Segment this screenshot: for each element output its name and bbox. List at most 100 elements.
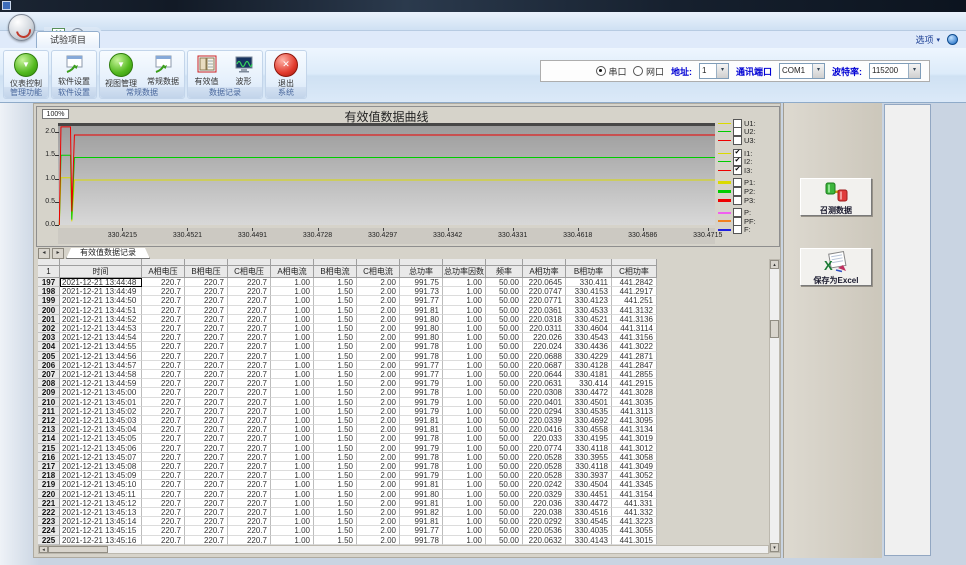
table-cell[interactable]: 1.00 xyxy=(271,296,314,305)
port-dropdown[interactable]: COM1▾ xyxy=(779,63,825,79)
table-row[interactable]: 2252021-12-21 13:45:16220.7220.7220.71.0… xyxy=(38,536,658,545)
row-number-cell[interactable]: 214 xyxy=(38,434,60,443)
table-cell[interactable]: 1.50 xyxy=(314,517,357,526)
table-row[interactable]: 2092021-12-21 13:45:00220.7220.7220.71.0… xyxy=(38,388,658,397)
table-cell[interactable]: 441.2917 xyxy=(612,287,657,296)
table-cell[interactable]: 1.50 xyxy=(314,434,357,443)
column-header[interactable]: 总功率因数 xyxy=(443,266,486,278)
save-to-excel-button[interactable]: X 保存为Excel xyxy=(800,248,872,286)
table-cell[interactable]: 220.7 xyxy=(185,444,228,453)
table-cell[interactable]: 220.0292 xyxy=(523,517,566,526)
table-cell[interactable]: 220.7 xyxy=(142,287,185,296)
row-number-cell[interactable]: 218 xyxy=(38,471,60,480)
table-cell[interactable]: 2.00 xyxy=(357,361,400,370)
table-cell[interactable]: 441.3049 xyxy=(612,462,657,471)
table-cell[interactable]: 50.00 xyxy=(486,398,523,407)
table-row[interactable]: 2032021-12-21 13:44:54220.7220.7220.71.0… xyxy=(38,333,658,342)
table-cell[interactable]: 991.80 xyxy=(400,333,443,342)
table-cell[interactable]: 1.00 xyxy=(271,462,314,471)
table-cell[interactable]: 441.2842 xyxy=(612,278,657,287)
table-cell[interactable]: 441.3015 xyxy=(612,536,657,545)
table-cell[interactable]: 441.3055 xyxy=(612,526,657,535)
table-cell[interactable]: 220.0361 xyxy=(523,306,566,315)
table-cell[interactable]: 220.7 xyxy=(228,490,271,499)
table-cell[interactable]: 220.7 xyxy=(185,315,228,324)
table-cell[interactable]: 2.00 xyxy=(357,315,400,324)
table-cell[interactable]: 1.50 xyxy=(314,296,357,305)
table-cell[interactable]: 2.00 xyxy=(357,306,400,315)
table-cell[interactable]: 1.50 xyxy=(314,379,357,388)
table-cell[interactable]: 1.00 xyxy=(443,453,486,462)
table-cell[interactable]: 2021-12-21 13:44:54 xyxy=(60,333,142,342)
row-number-cell[interactable]: 220 xyxy=(38,490,60,499)
table-cell[interactable]: 2.00 xyxy=(357,398,400,407)
network-radio[interactable]: 网口 xyxy=(633,65,664,78)
table-cell[interactable]: 220.7 xyxy=(228,333,271,342)
table-cell[interactable]: 1.00 xyxy=(443,499,486,508)
table-cell[interactable]: 2.00 xyxy=(357,462,400,471)
table-cell[interactable]: 1.00 xyxy=(271,379,314,388)
app-orb-button[interactable] xyxy=(8,14,35,41)
table-cell[interactable]: 1.00 xyxy=(443,398,486,407)
table-cell[interactable]: 1.00 xyxy=(443,278,486,287)
row-number-cell[interactable]: 217 xyxy=(38,462,60,471)
legend-entry-I3[interactable]: ✔I3: xyxy=(718,166,779,175)
table-cell[interactable]: 441.3156 xyxy=(612,333,657,342)
table-cell[interactable]: 1.00 xyxy=(443,425,486,434)
table-row[interactable]: 2122021-12-21 13:45:03220.7220.7220.71.0… xyxy=(38,416,658,425)
table-cell[interactable]: 1.00 xyxy=(443,526,486,535)
column-header[interactable]: A相电压 xyxy=(142,266,185,278)
table-cell[interactable]: 1.50 xyxy=(314,324,357,333)
table-cell[interactable]: 991.78 xyxy=(400,434,443,443)
sheet-tab-rms-records[interactable]: 有效值数据记录 xyxy=(66,248,150,259)
table-cell[interactable]: 220.7 xyxy=(185,370,228,379)
table-row[interactable]: 2082021-12-21 13:44:59220.7220.7220.71.0… xyxy=(38,379,658,388)
table-cell[interactable]: 1.00 xyxy=(443,490,486,499)
table-row[interactable]: 2142021-12-21 13:45:05220.7220.7220.71.0… xyxy=(38,434,658,443)
table-row[interactable]: 2192021-12-21 13:45:10220.7220.7220.71.0… xyxy=(38,480,658,489)
table-cell[interactable]: 220.7 xyxy=(185,407,228,416)
table-cell[interactable]: 220.7 xyxy=(142,434,185,443)
table-cell[interactable]: 991.78 xyxy=(400,342,443,351)
table-cell[interactable]: 1.00 xyxy=(443,352,486,361)
table-cell[interactable]: 50.00 xyxy=(486,287,523,296)
table-cell[interactable]: 220.7 xyxy=(142,388,185,397)
table-cell[interactable]: 991.78 xyxy=(400,388,443,397)
table-cell[interactable]: 220.7 xyxy=(185,499,228,508)
row-number-cell[interactable]: 221 xyxy=(38,499,60,508)
table-cell[interactable]: 2021-12-21 13:44:58 xyxy=(60,370,142,379)
table-cell[interactable]: 220.0528 xyxy=(523,462,566,471)
table-cell[interactable]: 220.0528 xyxy=(523,453,566,462)
table-cell[interactable]: 441.332 xyxy=(612,508,657,517)
table-cell[interactable]: 991.78 xyxy=(400,536,443,545)
table-row[interactable]: 2062021-12-21 13:44:57220.7220.7220.71.0… xyxy=(38,361,658,370)
table-cell[interactable]: 220.024 xyxy=(523,342,566,351)
tab-test-project[interactable]: 试验项目 xyxy=(36,31,100,48)
table-cell[interactable]: 220.7 xyxy=(142,490,185,499)
table-cell[interactable]: 991.78 xyxy=(400,462,443,471)
table-cell[interactable]: 441.3114 xyxy=(612,324,657,333)
table-cell[interactable]: 330.4604 xyxy=(566,324,612,333)
table-cell[interactable]: 220.0339 xyxy=(523,416,566,425)
table-cell[interactable]: 441.3095 xyxy=(612,416,657,425)
table-cell[interactable]: 50.00 xyxy=(486,453,523,462)
table-cell[interactable]: 220.7 xyxy=(142,416,185,425)
table-cell[interactable]: 1.00 xyxy=(443,536,486,545)
table-cell[interactable]: 220.7 xyxy=(185,287,228,296)
row-number-cell[interactable]: 224 xyxy=(38,526,60,535)
table-cell[interactable]: 1.50 xyxy=(314,425,357,434)
table-cell[interactable]: 330.4143 xyxy=(566,536,612,545)
row-number-cell[interactable]: 199 xyxy=(38,296,60,305)
table-cell[interactable]: 1.00 xyxy=(271,278,314,287)
row-number-cell[interactable]: 211 xyxy=(38,407,60,416)
table-cell[interactable]: 441.3012 xyxy=(612,444,657,453)
table-cell[interactable]: 991.79 xyxy=(400,407,443,416)
legend-entry-P1[interactable]: P1: xyxy=(718,179,779,188)
table-cell[interactable]: 330.4501 xyxy=(566,398,612,407)
table-cell[interactable]: 220.7 xyxy=(185,490,228,499)
table-cell[interactable]: 1.00 xyxy=(271,287,314,296)
column-header[interactable]: 频率 xyxy=(486,266,523,278)
table-cell[interactable]: 1.50 xyxy=(314,526,357,535)
scroll-down-icon[interactable]: ▾ xyxy=(770,543,779,552)
row-number-header[interactable]: 1 xyxy=(38,266,60,278)
